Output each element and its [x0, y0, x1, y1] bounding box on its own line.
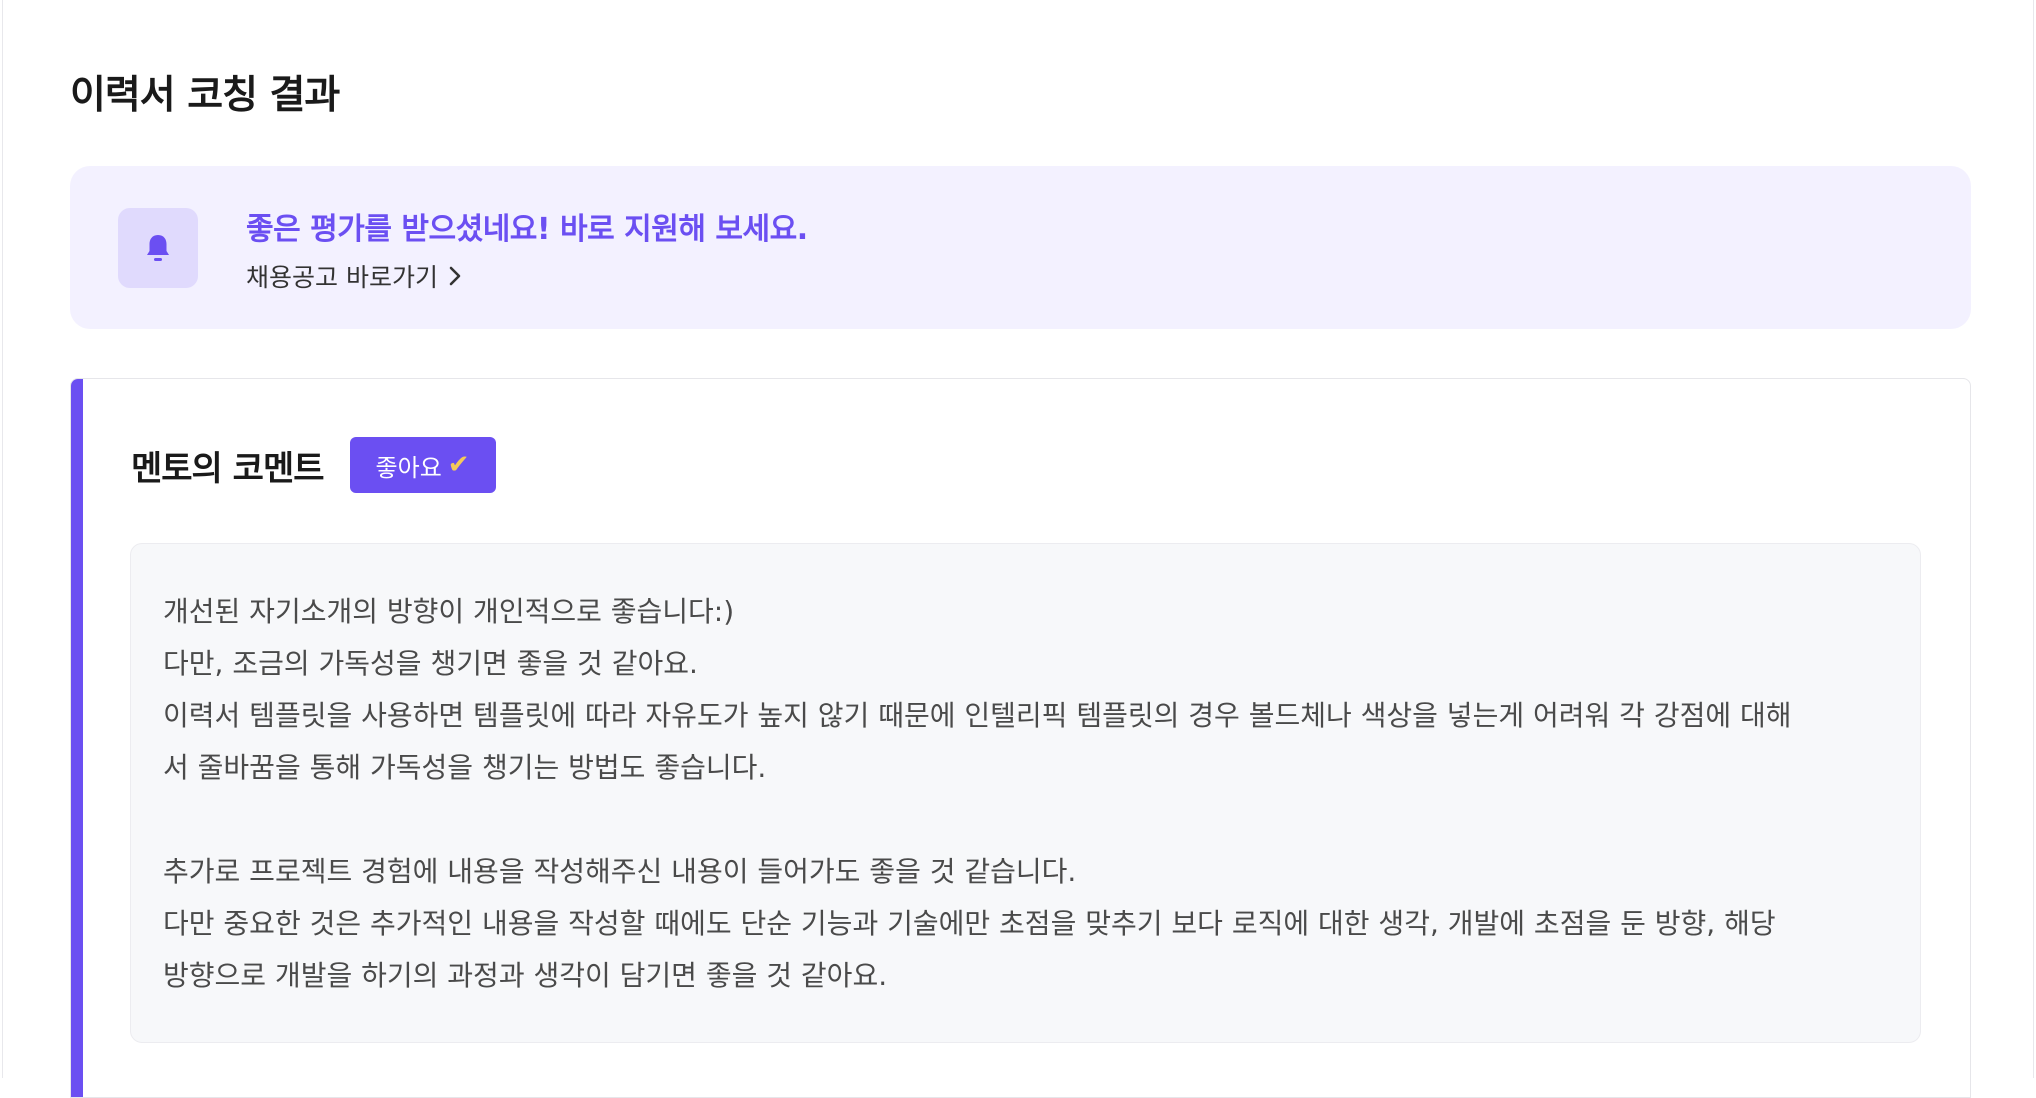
- chevron-right-icon: [449, 266, 461, 286]
- page-title: 이력서 코칭 결과: [70, 73, 340, 118]
- mentor-comment-header: 멘토의 코멘트 좋아요 ✔: [131, 437, 496, 493]
- notice-banner: 좋은 평가를 받으셨네요! 바로 지원해 보세요. 채용공고 바로가기: [70, 166, 1971, 329]
- comment-body: 개선된 자기소개의 방향이 개인적으로 좋습니다:) 다만, 조금의 가독성을 …: [130, 543, 1921, 1043]
- comment-line: 방향으로 개발을 하기의 과정과 생각이 담기면 좋을 것 같아요.: [163, 959, 888, 992]
- job-posting-link-label: 채용공고 바로가기: [246, 263, 438, 292]
- mentor-comment-card: 멘토의 코멘트 좋아요 ✔ 개선된 자기소개의 방향이 개인적으로 좋습니다:)…: [70, 378, 1971, 1098]
- comment-line: 다만 중요한 것은 추가적인 내용을 작성할 때에도 단순 기능과 기술에만 초…: [163, 907, 1776, 940]
- bell-icon-graphic: [147, 235, 169, 261]
- comment-line: 이력서 템플릿을 사용하면 템플릿에 따라 자유도가 높지 않기 때문에 인텔리…: [163, 699, 1792, 732]
- job-posting-link[interactable]: 채용공고 바로가기: [246, 258, 462, 294]
- comment-line: 추가로 프로젝트 경험에 내용을 작성해주신 내용이 들어가도 좋을 것 같습니…: [163, 855, 1077, 888]
- comment-line: 다만, 조금의 가독성을 챙기면 좋을 것 같아요.: [163, 647, 698, 680]
- mentor-comment-title: 멘토의 코멘트: [131, 448, 325, 489]
- check-mark-icon: ✔: [447, 450, 470, 480]
- page-frame: 이력서 코칭 결과 좋은 평가를 받으셨네요! 바로 지원해 보세요. 채용공고…: [2, 0, 2034, 1098]
- rating-badge: 좋아요 ✔: [349, 437, 496, 493]
- comment-line: 서 줄바꿈을 통해 가독성을 챙기는 방법도 좋습니다.: [163, 751, 767, 784]
- comment-line: 개선된 자기소개의 방향이 개인적으로 좋습니다:): [163, 595, 735, 628]
- rating-label: 좋아요: [375, 453, 442, 482]
- notice-headline: 좋은 평가를 받으셨네요! 바로 지원해 보세요.: [246, 212, 808, 247]
- accent-bar: [71, 379, 83, 1097]
- bell-icon: [118, 208, 198, 288]
- comment-line: [163, 794, 1888, 846]
